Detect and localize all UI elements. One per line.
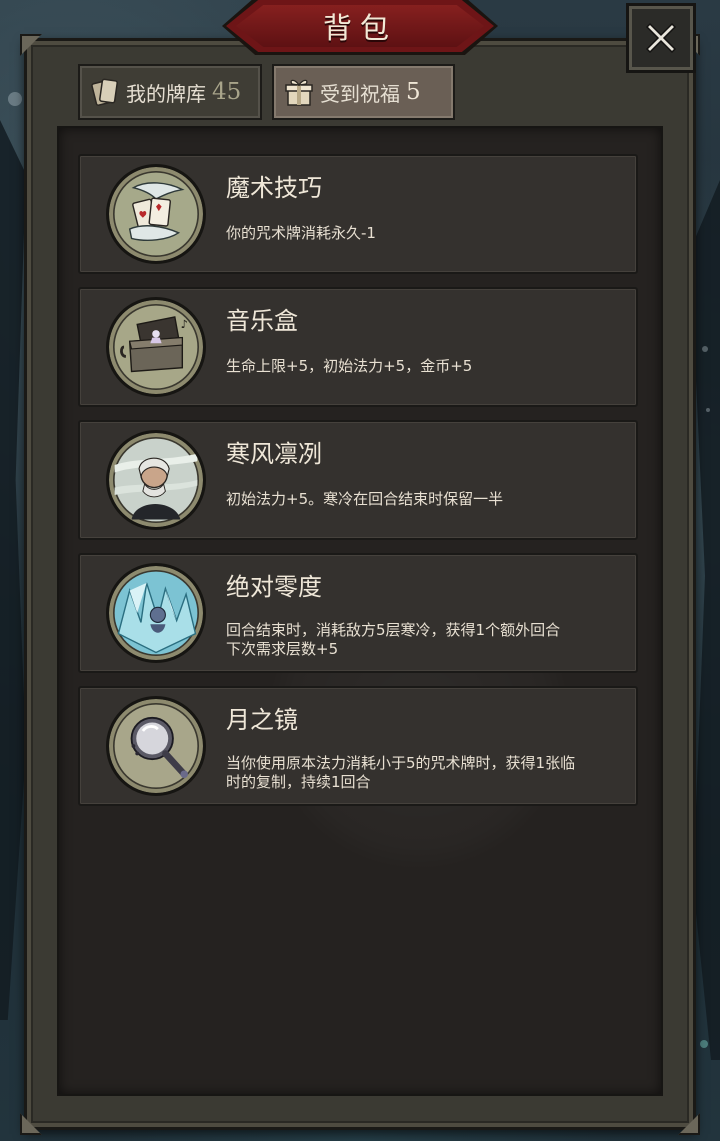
blessing-description: 初始法力+5。寒冷在回合结束时保留一半 xyxy=(226,490,504,508)
svg-text:♪: ♪ xyxy=(180,318,187,331)
blessing-name: 月之镜 xyxy=(226,706,298,734)
blessing-item-magic-trick[interactable]: 魔术技巧 你的咒术牌消耗永久-1 xyxy=(78,154,638,274)
blessing-description: 当你使用原本法力消耗小于5的咒术牌时，获得1张临 时的复制，持续1回合 xyxy=(226,754,618,792)
blessing-item-moon-mirror[interactable]: 月之镜 当你使用原本法力消耗小于5的咒术牌时，获得1张临 时的复制，持续1回合 xyxy=(78,686,638,806)
tab-blessings[interactable]: 受到祝福 5 xyxy=(272,64,455,120)
card-icon xyxy=(91,78,118,106)
blessing-count: 5 xyxy=(406,79,421,105)
blessing-name: 魔术技巧 xyxy=(226,174,322,202)
blessing-item-cold-wind[interactable]: 寒风凛冽 初始法力+5。寒冷在回合结束时保留一半 xyxy=(78,420,638,540)
blessing-description: 你的咒术牌消耗永久-1 xyxy=(226,224,376,242)
absolute-zero-icon xyxy=(106,563,206,663)
moon-mirror-icon xyxy=(106,696,206,796)
blessing-description-line: 时的复制，持续1回合 xyxy=(226,773,371,791)
tab-my-deck[interactable]: 我的牌库 45 xyxy=(78,64,262,120)
blessing-description-line: 下次需求层数+5 xyxy=(226,640,339,658)
snow-particle xyxy=(700,1040,708,1048)
gift-icon xyxy=(285,79,313,106)
blessing-item-music-box[interactable]: ♪ 音乐盒 生命上限+5，初始法力+5，金币+5 xyxy=(78,287,638,407)
blessing-description-line: 当你使用原本法力消耗小于5的咒术牌时，获得1张临 xyxy=(226,754,576,772)
deck-count: 45 xyxy=(212,79,242,105)
magic-trick-icon xyxy=(106,164,206,264)
blessing-description: 回合结束时，消耗敌方5层寒冷，获得1个额外回合 下次需求层数+5 xyxy=(226,621,618,659)
blessing-description: 生命上限+5，初始法力+5，金币+5 xyxy=(226,357,473,375)
blessing-name: 寒风凛冽 xyxy=(226,440,322,468)
close-button[interactable] xyxy=(626,3,696,73)
blessing-name: 绝对零度 xyxy=(226,573,322,601)
snow-particle xyxy=(702,346,708,352)
blessing-item-absolute-zero[interactable]: 绝对零度 回合结束时，消耗敌方5层寒冷，获得1个额外回合 下次需求层数+5 xyxy=(78,553,638,673)
page-title: 背包 xyxy=(322,11,397,45)
blessing-description-line: 回合结束时，消耗敌方5层寒冷，获得1个额外回合 xyxy=(226,621,561,639)
snow-particle xyxy=(706,408,710,412)
close-x-icon xyxy=(645,22,677,54)
snow-particle xyxy=(8,92,22,106)
tab-label: 受到祝福 xyxy=(320,81,400,106)
tab-label: 我的牌库 xyxy=(126,81,206,106)
blessing-name: 音乐盒 xyxy=(226,307,298,335)
music-box-icon: ♪ xyxy=(106,297,206,397)
cold-wind-icon xyxy=(106,430,206,530)
